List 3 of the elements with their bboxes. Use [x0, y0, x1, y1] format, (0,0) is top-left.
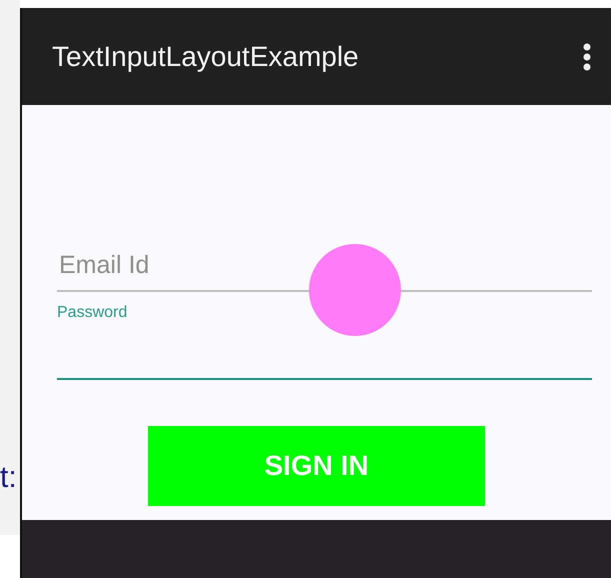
- overflow-menu-icon[interactable]: [583, 42, 591, 70]
- link-text: t:: [0, 461, 18, 496]
- app-title: TextInputLayoutExample: [52, 40, 359, 72]
